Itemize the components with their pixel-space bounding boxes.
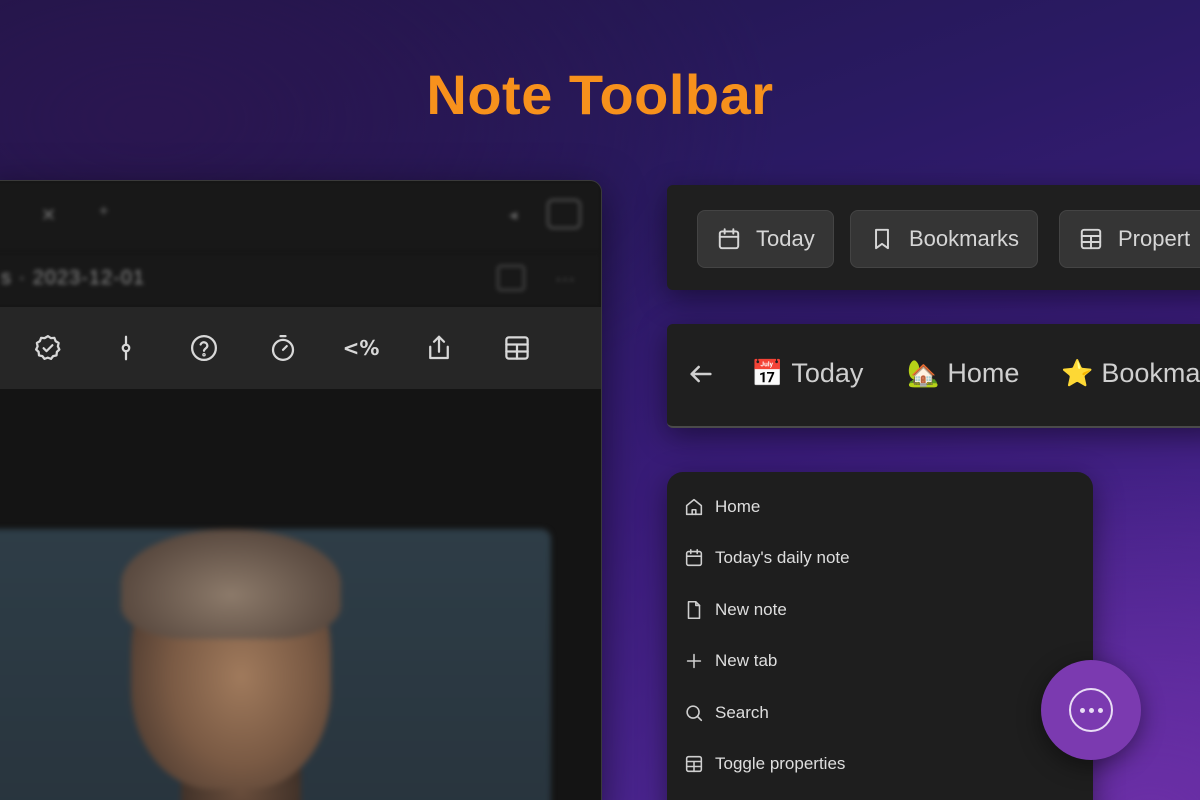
menu-item-new-note[interactable]: New note [683, 595, 787, 625]
properties-button-label: Propert [1118, 226, 1191, 251]
reading-view-icon[interactable] [497, 265, 525, 291]
star-emoji-icon: ⭐ [1061, 358, 1094, 389]
menu-item-label: Home [715, 497, 761, 516]
emoji-item-today[interactable]: 📅 Today [751, 358, 863, 389]
emoji-item-label: Home [947, 358, 1020, 388]
emoji-item-home[interactable]: 🏡 Home [907, 358, 1019, 389]
share-icon[interactable] [422, 331, 456, 365]
today-button-label: Today [756, 226, 815, 251]
menu-item-label: Today's daily note [715, 548, 850, 567]
table-icon [685, 755, 703, 773]
search-icon [686, 705, 703, 722]
button-toolbar: Today Bookmarks Propert [667, 185, 1200, 290]
timer-icon[interactable] [266, 331, 300, 365]
calendar-icon [685, 548, 703, 567]
window-title-bar: ✕ + ◂ [0, 181, 601, 253]
app-window: ✕ + ◂ s · 2023-12-01 ⋯ <% [0, 180, 602, 800]
toolbar-menu: Home Today's daily note New note New tab… [667, 472, 1093, 800]
table-icon [1080, 228, 1102, 250]
emoji-item-label: Today [791, 358, 864, 388]
menu-item-label: New tab [715, 651, 778, 670]
floating-toolbar-button[interactable] [1041, 660, 1141, 760]
git-commit-icon[interactable] [109, 331, 143, 365]
menu-item-toggle-properties[interactable]: Toggle properties [683, 749, 845, 779]
bookmarks-button[interactable]: Bookmarks [850, 210, 1039, 268]
menu-item-home[interactable]: Home [683, 492, 760, 522]
properties-button[interactable]: Propert [1059, 210, 1200, 268]
sidebar-toggle-icon[interactable] [547, 199, 581, 229]
menu-item-label: Search [715, 703, 769, 722]
menu-item-label: New note [715, 600, 787, 619]
home-icon [685, 498, 703, 516]
note-image [0, 529, 551, 800]
arrow-left-icon[interactable] [687, 360, 715, 388]
file-icon [687, 600, 701, 620]
chevron-icon[interactable]: ◂ [509, 205, 517, 225]
table-icon[interactable] [500, 331, 534, 365]
close-tab-icon[interactable]: ✕ [41, 205, 59, 225]
bookmarks-button-label: Bookmarks [909, 226, 1020, 251]
menu-item-new-tab[interactable]: New tab [683, 646, 777, 676]
note-toolbar: <% [0, 307, 601, 389]
help-circle-icon[interactable] [187, 331, 221, 365]
plus-icon [686, 653, 702, 669]
new-tab-icon[interactable]: + [99, 203, 117, 221]
emoji-item-bookmarks[interactable]: ⭐ Bookma [1061, 358, 1200, 389]
bookmark-icon [875, 228, 889, 250]
breadcrumb-bar: s · 2023-12-01 ⋯ [0, 253, 601, 307]
calendar-emoji-icon: 📅 [751, 358, 784, 389]
template-icon[interactable]: <% [337, 331, 385, 365]
more-horizontal-icon [1069, 688, 1113, 732]
emoji-item-label: Bookma [1101, 358, 1200, 388]
house-emoji-icon: 🏡 [907, 358, 940, 389]
more-options-icon[interactable]: ⋯ [555, 267, 575, 292]
badge-check-icon[interactable] [31, 331, 65, 365]
menu-item-label: Toggle properties [715, 754, 846, 773]
menu-item-search[interactable]: Search [683, 698, 769, 728]
page-title: Note Toolbar [426, 63, 774, 126]
emoji-toolbar: 📅 Today 🏡 Home ⭐ Bookma [667, 324, 1200, 428]
today-button[interactable]: Today [697, 210, 834, 268]
menu-item-daily-note[interactable]: Today's daily note [683, 543, 850, 573]
breadcrumb: s · 2023-12-01 [1, 267, 146, 289]
calendar-icon [718, 228, 740, 250]
